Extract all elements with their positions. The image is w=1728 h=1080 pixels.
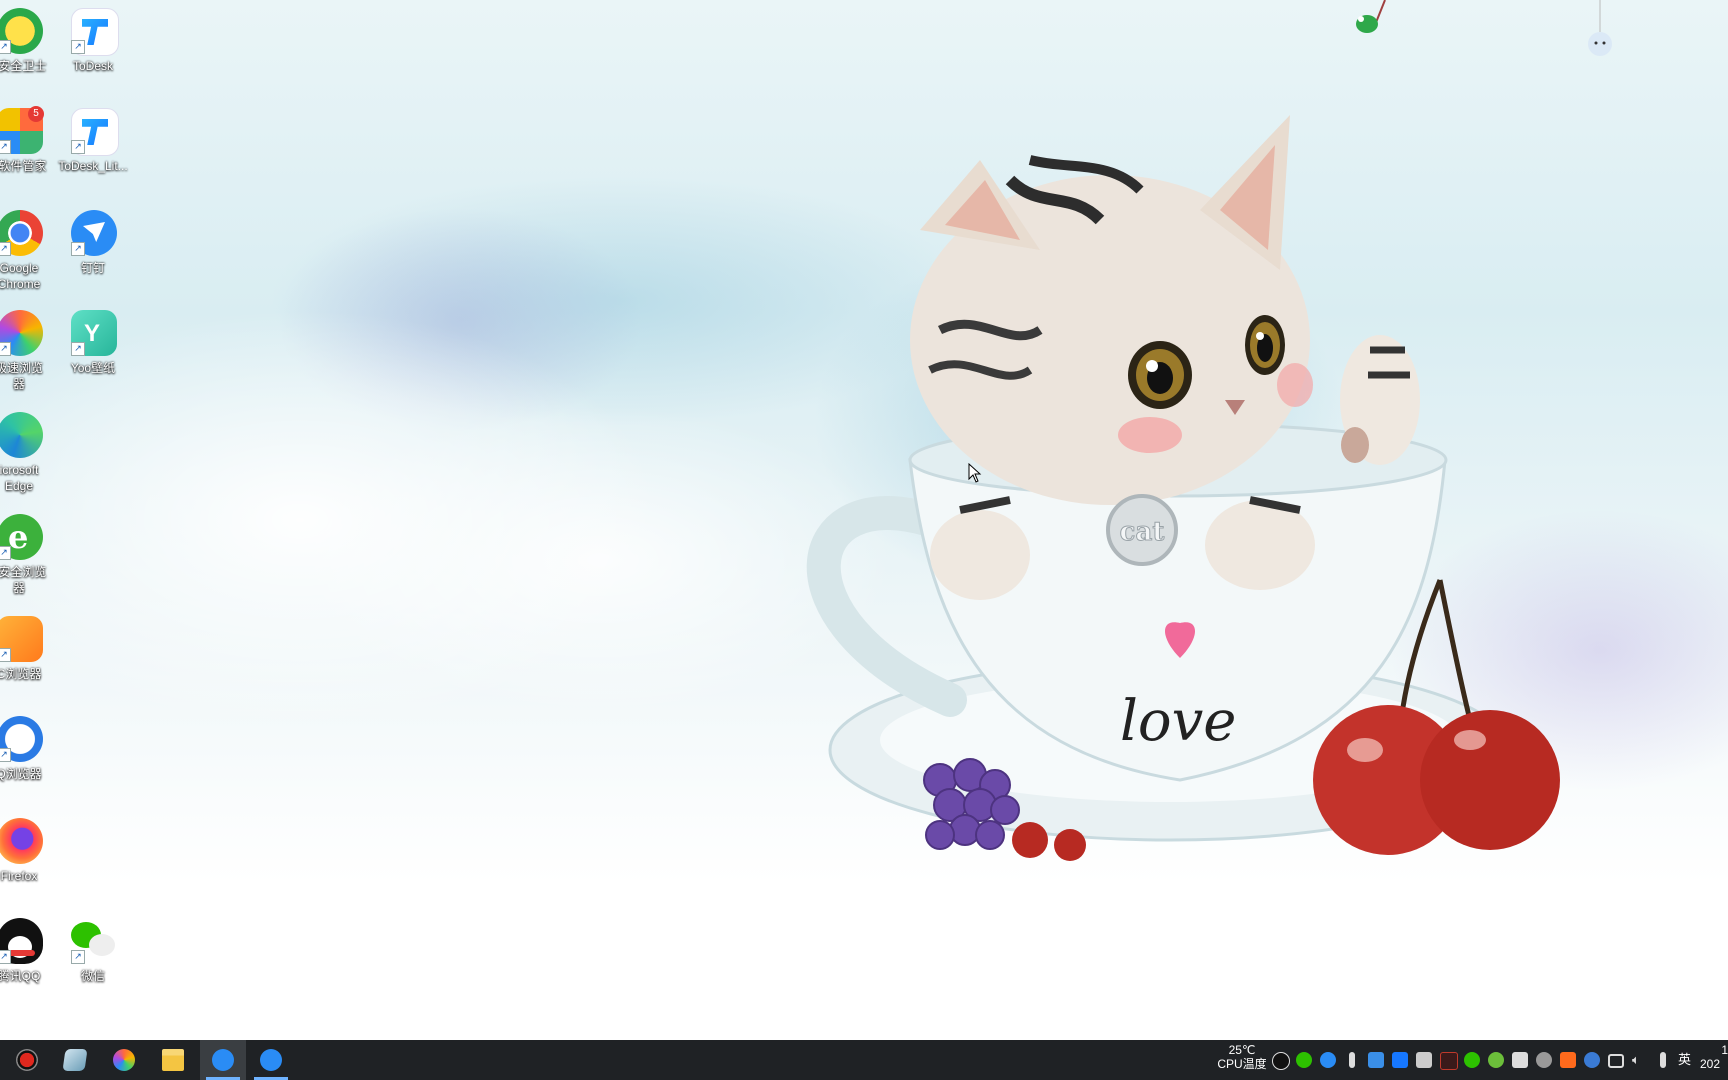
taskbar-app-dingtalk-2[interactable] xyxy=(248,1040,294,1080)
n-tray-icon[interactable] xyxy=(1560,1052,1576,1068)
hanging-chameleon-decoration xyxy=(1356,0,1386,33)
desktop-icon-dingtalk[interactable]: ↗ 钉钉 xyxy=(52,204,134,294)
taskbar-app-dingtalk[interactable] xyxy=(200,1040,246,1080)
desktop-icon-label: 0安全浏览 器 xyxy=(0,565,47,595)
cpu-temperature-value: 25℃ xyxy=(1228,1043,1256,1057)
desktop-icon-label: C浏览器 xyxy=(0,667,42,681)
firefox-icon xyxy=(0,818,43,864)
desktop-icon-label: ToDesk_Lit... xyxy=(58,159,128,173)
volume-icon[interactable]: 🔈︎ xyxy=(1632,1052,1648,1068)
desktop-icon-360-safe[interactable]: ↗ 0安全卫士 xyxy=(0,2,60,92)
desktop-icon-wechat[interactable]: ↗ 微信 xyxy=(52,912,134,1002)
clock-time: 1 xyxy=(1721,1043,1728,1057)
taskbar-app-browser[interactable] xyxy=(101,1040,147,1080)
desktop-icon-uc-browser[interactable]: ↗ C浏览器 xyxy=(0,610,60,700)
desktop-icon-microsoft-edge[interactable]: icrosoft Edge xyxy=(0,406,60,498)
notepad-icon xyxy=(62,1049,88,1071)
shortcut-arrow-icon: ↗ xyxy=(0,546,11,560)
cw-tray-icon[interactable] xyxy=(1440,1052,1458,1070)
dingtalk-icon xyxy=(212,1049,234,1071)
shortcut-arrow-icon: ↗ xyxy=(0,242,11,256)
desktop-icon-yoo-wallpaper[interactable]: Y ↗ Yoo壁纸 xyxy=(52,304,134,394)
todesk-tray-icon[interactable] xyxy=(1392,1052,1408,1068)
record-icon xyxy=(16,1049,38,1071)
taskbar-app-file-explorer[interactable] xyxy=(150,1040,196,1080)
shortcut-arrow-icon: ↗ xyxy=(71,140,85,154)
thermometer-icon[interactable] xyxy=(1349,1052,1355,1068)
wechat-tray-icon[interactable] xyxy=(1296,1052,1312,1068)
cup-script-text: love xyxy=(1120,689,1236,754)
desktop-icon-software-manager[interactable]: 5 ↗ 0软件管家 xyxy=(0,102,60,192)
mouse-cursor-icon xyxy=(968,463,982,483)
network-app-icon[interactable] xyxy=(1368,1052,1384,1068)
desktop-icon-todesk[interactable]: ↗ ToDesk xyxy=(52,2,134,92)
shortcut-arrow-icon: ↗ xyxy=(71,950,85,964)
shortcut-arrow-icon: ↗ xyxy=(0,140,11,154)
shortcut-arrow-icon: ↗ xyxy=(71,40,85,54)
game-tray-icon[interactable] xyxy=(1488,1052,1504,1068)
desktop-icon-tencent-qq[interactable]: ↗ 腾讯QQ xyxy=(0,912,60,1002)
desktop-icon-label: Q浏览器 xyxy=(0,767,42,781)
edge-icon xyxy=(0,412,43,458)
taskbar-app-notepad[interactable] xyxy=(52,1040,98,1080)
dingtalk-icon xyxy=(260,1049,282,1071)
notification-badge: 5 xyxy=(28,106,44,122)
desktop-icon-speed-browser[interactable]: ↗ 极速浏览 器 xyxy=(0,304,60,396)
taskbar: 25℃ CPU温度 🔈︎ 英 1 202 xyxy=(0,1040,1728,1080)
shortcut-arrow-icon: ↗ xyxy=(0,648,11,662)
cpu-temperature-widget[interactable]: 25℃ CPU温度 xyxy=(1214,1043,1270,1077)
chat-tray-icon[interactable] xyxy=(1416,1052,1432,1068)
cpu-temperature-label: CPU温度 xyxy=(1217,1057,1267,1071)
shortcut-arrow-icon: ↗ xyxy=(0,342,11,356)
color-browser-icon xyxy=(113,1049,135,1071)
desktop-icon-label: 微信 xyxy=(80,969,105,983)
desktop-icon-label: 钉钉 xyxy=(80,261,105,275)
clock[interactable]: 1 202 xyxy=(1700,1043,1728,1077)
desktop-icon-label: icrosoft Edge xyxy=(0,463,39,493)
shortcut-arrow-icon: ↗ xyxy=(71,342,85,356)
shortcut-arrow-icon: ↗ xyxy=(0,950,11,964)
desktop-icon-qq-browser[interactable]: ↗ Q浏览器 xyxy=(0,710,60,800)
dingtalk-tray-icon[interactable] xyxy=(1320,1052,1336,1068)
shield-tray-icon[interactable] xyxy=(1512,1052,1528,1068)
desktop-icon-todesk-lite[interactable]: ↗ ToDesk_Lit... xyxy=(52,102,134,192)
shortcut-arrow-icon: ↗ xyxy=(0,748,11,762)
file-explorer-icon xyxy=(162,1049,184,1071)
taskbar-app-recorder[interactable] xyxy=(4,1040,50,1080)
cloud-tray-icon[interactable] xyxy=(1536,1052,1552,1068)
desktop-icon-firefox[interactable]: Firefox xyxy=(0,812,60,902)
desktop-icon-label: ToDesk xyxy=(72,59,113,73)
m-tray-icon[interactable] xyxy=(1584,1052,1600,1068)
cup-badge-text: cat xyxy=(1120,517,1165,547)
shortcut-arrow-icon: ↗ xyxy=(71,242,85,256)
qq-tray-icon[interactable] xyxy=(1272,1052,1290,1070)
desktop-icon-label: Firefox xyxy=(0,869,38,883)
microphone-icon[interactable] xyxy=(1660,1052,1666,1068)
desktop-icon-label: Yoo壁纸 xyxy=(70,361,116,375)
ime-indicator[interactable]: 英 xyxy=(1678,1053,1691,1067)
desktop: cat love ↗ 0安全卫士 xyxy=(0,0,1728,1040)
clock-date: 202 xyxy=(1700,1057,1721,1071)
desktop-icon-google-chrome[interactable]: ↗ Google Chrome xyxy=(0,204,60,296)
shortcut-arrow-icon: ↗ xyxy=(0,40,11,54)
network-icon[interactable] xyxy=(1608,1054,1624,1068)
wallpaper-kitten-in-cup: cat love xyxy=(806,115,1560,861)
desktop-icon-360-browser[interactable]: e ↗ 0安全浏览 器 xyxy=(0,508,60,600)
circle-tray-icon[interactable] xyxy=(1464,1052,1480,1068)
hanging-ghost-decoration xyxy=(1588,0,1612,56)
